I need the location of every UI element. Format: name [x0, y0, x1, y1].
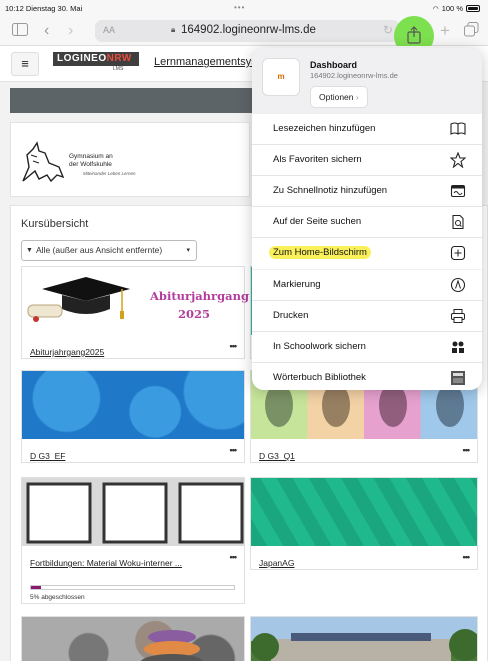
share-sheet: m Dashboard 164902.logineonrw-lms.de Opt…	[252, 48, 482, 390]
more-icon[interactable]: •••	[463, 445, 471, 455]
markup-icon	[450, 277, 466, 293]
action-print[interactable]: Drucken	[252, 301, 482, 332]
action-add-bookmark[interactable]: Lesezeichen hinzufügen	[252, 114, 482, 145]
school-tagline: Miteinander Leben Lernen	[83, 171, 136, 176]
lock-icon: 🔒︎	[171, 25, 176, 34]
schoolwork-icon	[452, 341, 464, 353]
share-icon	[407, 26, 421, 44]
share-actions-group-2: Markierung Drucken In Schoolwork sichern…	[252, 270, 482, 390]
course-progress-bar	[30, 585, 235, 590]
browser-toolbar: ‹ › AA 🔒︎ 164902.logineonrw-lms.de ↻ +	[0, 16, 488, 56]
status-bar: 10:12 Dienstag 30. Mai ••• ◠ 100 %	[0, 0, 488, 16]
wolf-logo-icon	[22, 141, 65, 183]
text-size-button[interactable]: AA	[103, 25, 115, 35]
chevron-right-icon: ›	[355, 92, 359, 102]
hamburger-icon: ≡	[21, 56, 29, 71]
course-image	[22, 371, 244, 439]
action-add-to-home-screen[interactable]: Zum Home-Bildschirm	[252, 238, 482, 269]
quicknote-icon	[450, 184, 466, 198]
course-title[interactable]: D G3_EF	[30, 451, 65, 461]
menu-button[interactable]: ≡	[11, 52, 39, 76]
tabs-icon[interactable]	[464, 22, 479, 41]
action-save-schoolwork[interactable]: In Schoolwork sichern	[252, 332, 482, 363]
course-image	[251, 617, 477, 661]
school-name: Gymnasium an der Wolfskuhle	[69, 153, 113, 168]
add-square-icon	[450, 245, 466, 261]
share-actions-group-1: Lesezeichen hinzufügen Als Favoriten sic…	[252, 114, 482, 269]
abitur-banner-line1: Abiturjahrgang	[150, 289, 249, 303]
share-url: 164902.logineonrw-lms.de	[310, 71, 398, 80]
logineo-logo[interactable]: LOGINEONRW LMS	[53, 52, 139, 74]
course-card[interactable]: D G3_EF •••	[21, 370, 245, 463]
multitasking-dots[interactable]: •••	[234, 3, 245, 12]
action-markup[interactable]: Markierung	[252, 270, 482, 301]
printer-icon	[451, 309, 465, 323]
course-title[interactable]: Fortbildungen: Material Woku-interner ..…	[30, 558, 182, 568]
new-tab-icon[interactable]: +	[440, 22, 450, 40]
action-quick-note[interactable]: Zu Schnellnotiz hinzufügen	[252, 176, 482, 207]
share-title: Dashboard	[310, 60, 358, 70]
battery-indicator: ◠ 100 %	[433, 4, 480, 13]
filter-icon: ▼	[26, 247, 33, 254]
course-title[interactable]: D G3_Q1	[259, 451, 295, 461]
course-image	[251, 478, 477, 546]
more-icon[interactable]: •••	[230, 445, 238, 455]
course-title[interactable]: JapanAG	[259, 558, 294, 568]
site-thumbnail: m	[262, 58, 300, 96]
course-card[interactable]	[250, 616, 478, 661]
more-icon[interactable]: •••	[230, 552, 238, 562]
more-icon[interactable]: •••	[463, 552, 471, 562]
abitur-banner-line2: 2025	[178, 307, 211, 321]
status-time: 10:12 Dienstag 30. Mai	[5, 4, 83, 13]
reload-icon[interactable]: ↻	[383, 23, 393, 37]
share-sheet-header: m Dashboard 164902.logineonrw-lms.de Opt…	[252, 48, 482, 114]
course-overview-title: Kursübersicht	[21, 218, 89, 230]
course-card[interactable]: Fortbildungen: Material Woku-interner ..…	[21, 477, 245, 604]
course-image	[22, 617, 244, 661]
progress-fill	[31, 586, 42, 589]
url-text[interactable]: 164902.logineonrw-lms.de	[181, 24, 316, 36]
highlight-marker: Zum Home-Bildschirm	[269, 246, 371, 259]
back-icon[interactable]: ‹	[44, 22, 49, 40]
options-button[interactable]: Optionen ›	[310, 86, 368, 108]
course-card[interactable]: JapanAG •••	[250, 477, 478, 570]
chevron-down-icon: ▾	[186, 247, 190, 254]
star-icon	[450, 152, 466, 168]
find-in-page-icon	[452, 214, 464, 230]
course-filter-dropdown[interactable]: ▼ Alle (außer aus Ansicht entfernte) ▾	[21, 240, 197, 261]
school-logo-card: Gymnasium an der Wolfskuhle Miteinander …	[10, 122, 250, 197]
sidebar-icon[interactable]	[12, 22, 28, 40]
action-add-favorite[interactable]: Als Favoriten sichern	[252, 145, 482, 176]
address-bar[interactable]: AA 🔒︎ 164902.logineonrw-lms.de ↻	[95, 20, 400, 42]
nav-link-lms[interactable]: Lernmanagementsys	[154, 56, 257, 68]
course-card[interactable]	[21, 616, 245, 661]
progress-text: 5% abgeschlossen	[30, 594, 85, 601]
wifi-icon: ◠	[432, 5, 439, 13]
battery-icon	[466, 5, 480, 12]
action-find-on-page[interactable]: Auf der Seite suchen	[252, 207, 482, 238]
dictionary-icon	[451, 371, 465, 385]
book-icon	[450, 122, 466, 135]
action-dictionary-library[interactable]: Wörterbuch Bibliothek	[252, 363, 482, 390]
more-icon[interactable]: •••	[230, 341, 238, 351]
forward-icon[interactable]: ›	[68, 22, 73, 40]
course-card[interactable]: Abiturjahrgang 2025 Abiturjahrgang2025 •…	[21, 266, 249, 359]
course-title[interactable]: Abiturjahrgang2025	[30, 347, 104, 357]
course-image	[22, 478, 244, 546]
